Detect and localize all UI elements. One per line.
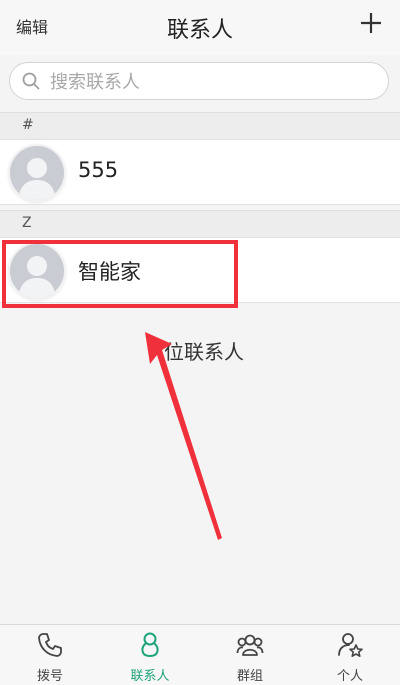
bottom-tab-bar: 拨号 联系人 群组 个人	[0, 624, 400, 685]
search-input[interactable]	[48, 67, 372, 97]
group-icon	[236, 634, 264, 656]
tab-profile[interactable]: 个人	[300, 625, 400, 685]
annotation-highlight-box	[2, 240, 238, 308]
search-bar[interactable]	[9, 62, 389, 100]
avatar	[10, 146, 64, 200]
section-letter: #	[22, 117, 34, 133]
tab-label: 联系人	[130, 669, 170, 684]
contact-name: 555	[78, 158, 119, 182]
tab-label: 拨号	[36, 669, 63, 684]
tab-label: 个人	[336, 669, 363, 684]
search-icon	[22, 72, 40, 90]
section-letter: Z	[22, 215, 32, 231]
tab-contacts[interactable]: 联系人	[100, 625, 200, 685]
contact-row-555[interactable]: 555	[0, 140, 400, 205]
profile-star-icon	[338, 633, 363, 657]
contacts-app: 编辑 联系人 # 555 Z	[0, 0, 400, 685]
page-title: 联系人	[166, 18, 233, 43]
phone-icon	[38, 633, 62, 657]
section-header-z: Z	[0, 210, 400, 238]
contact-count-label: 位联系人	[164, 340, 244, 364]
default-avatar-icon	[10, 146, 64, 200]
tab-dial[interactable]: 拨号	[0, 625, 100, 685]
top-bar: 编辑 联系人	[0, 0, 400, 55]
tab-label: 群组	[236, 669, 263, 684]
contact-person-icon	[141, 632, 159, 658]
tab-groups[interactable]: 群组	[200, 625, 300, 685]
section-header-hash: #	[0, 112, 400, 140]
plus-icon[interactable]	[358, 10, 384, 36]
